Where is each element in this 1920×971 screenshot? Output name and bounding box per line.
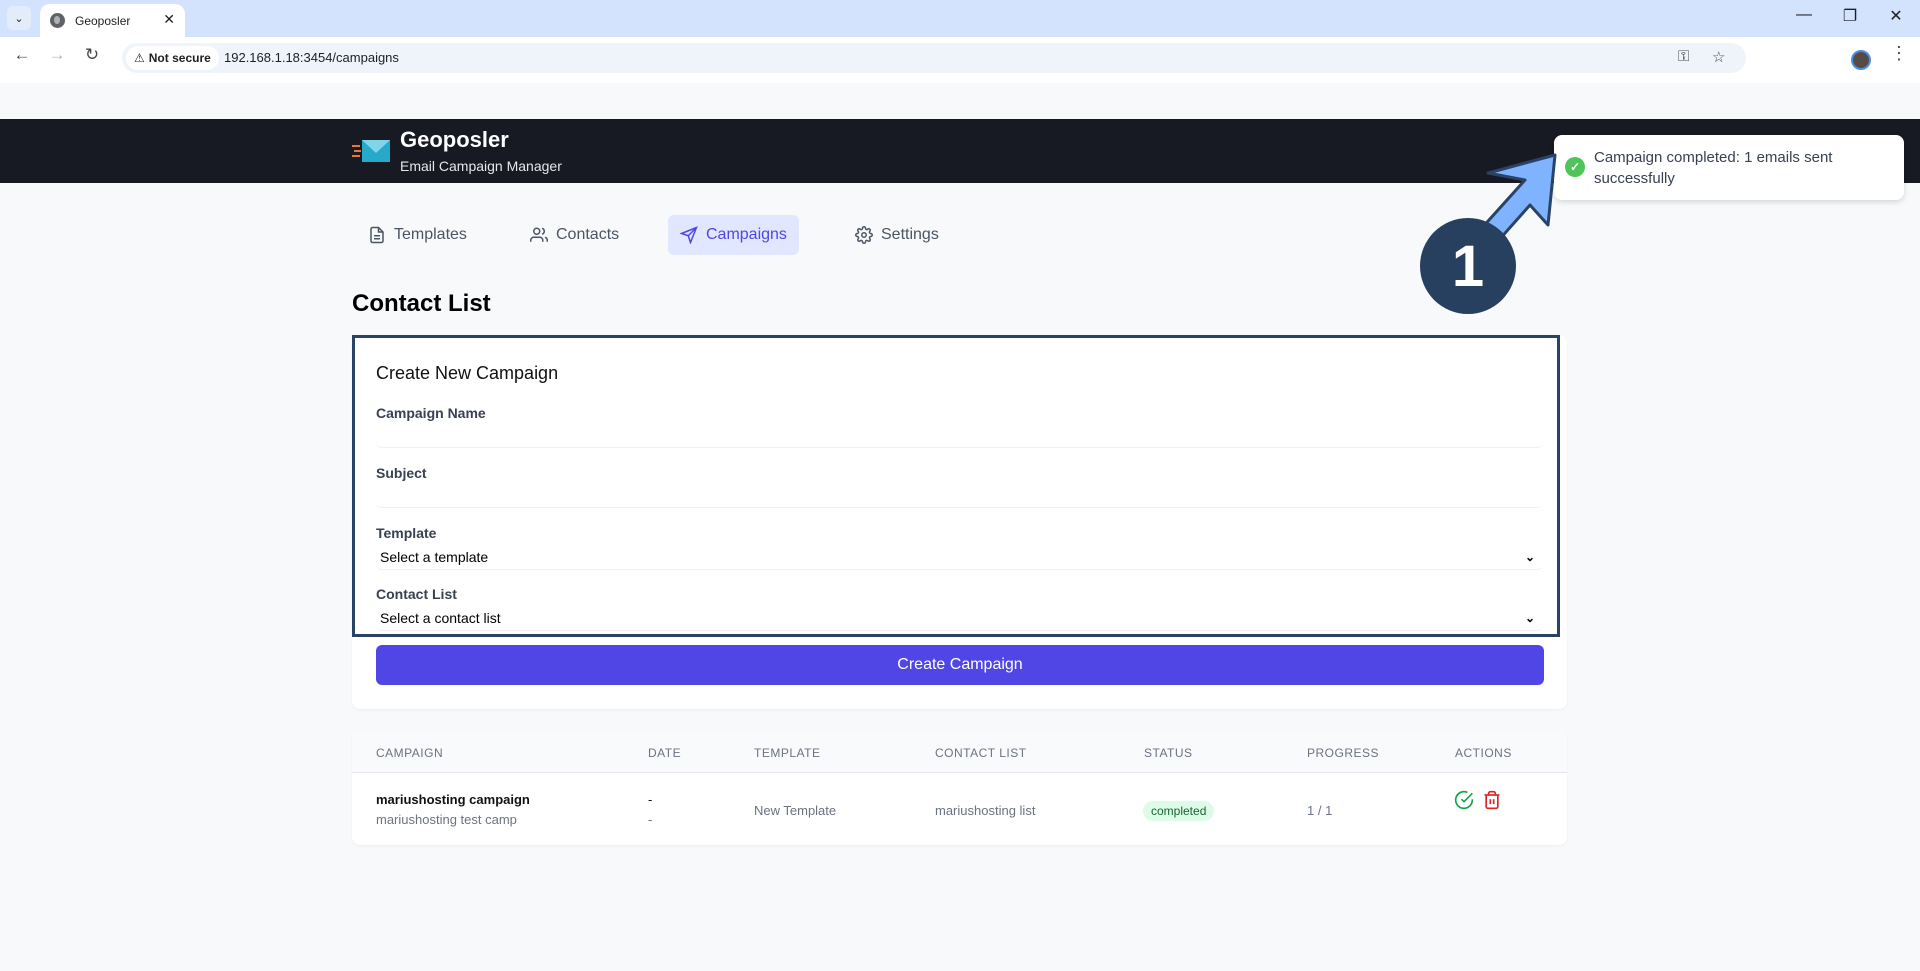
document-icon xyxy=(370,226,384,244)
browser-tab-strip: ⌄ Geoposler ✕ — ❐ ✕ xyxy=(0,0,1920,37)
chevron-down-icon: ⌄ xyxy=(1524,549,1535,564)
column-header: DATE xyxy=(648,746,682,760)
nav-campaigns[interactable]: Campaigns xyxy=(668,215,799,255)
subject-label: Subject xyxy=(376,465,427,481)
back-button[interactable]: ← xyxy=(8,45,36,65)
security-label: Not secure xyxy=(148,51,211,65)
tab-title: Geoposler xyxy=(75,13,131,28)
form-title: Create New Campaign xyxy=(376,363,559,383)
security-chip[interactable]: ⚠ Not secure xyxy=(126,46,219,70)
address-bar[interactable]: ⚠ Not secure 192.168.1.18:3454/campaigns… xyxy=(122,43,1746,73)
column-header: PROGRESS xyxy=(1307,746,1380,760)
close-window-button[interactable]: ✕ xyxy=(1876,6,1916,26)
column-header: TEMPLATE xyxy=(754,746,821,760)
campaigns-table: CAMPAIGN DATE TEMPLATE CONTACT LIST STAT… xyxy=(352,729,1567,845)
nav-templates[interactable]: Templates xyxy=(356,215,479,255)
annotation-arrow: 1 xyxy=(1420,153,1557,314)
globe-icon xyxy=(50,13,65,28)
trash-icon[interactable] xyxy=(1482,790,1502,810)
page-title: Contact List xyxy=(352,290,491,317)
table-header: CAMPAIGN DATE TEMPLATE CONTACT LIST STAT… xyxy=(352,729,1567,773)
contact-list-select[interactable]: Select a contact list ⌄ xyxy=(376,605,1543,631)
nav-contacts[interactable]: Contacts xyxy=(518,215,631,255)
contact-list-selected-value: Select a contact list xyxy=(380,609,501,626)
column-header: CONTACT LIST xyxy=(935,746,1027,760)
campaign-description: mariushosting test camp xyxy=(376,812,517,827)
browser-menu-icon[interactable]: ⋮ xyxy=(1890,43,1908,64)
toast-message: Campaign completed: 1 emails sent succes… xyxy=(1594,149,1833,187)
app-title: Geoposler xyxy=(400,127,509,152)
campaign-name-label: Campaign Name xyxy=(376,405,486,421)
send-icon xyxy=(680,226,698,244)
campaign-template: New Template xyxy=(754,803,837,818)
tab-search-button[interactable]: ⌄ xyxy=(7,6,31,30)
users-icon xyxy=(530,227,548,242)
browser-tab[interactable]: Geoposler ✕ xyxy=(40,4,185,37)
profile-avatar[interactable] xyxy=(1851,50,1871,70)
restore-button[interactable]: ❐ xyxy=(1830,6,1870,26)
chevron-down-icon: ⌄ xyxy=(1524,610,1535,625)
nav-settings[interactable]: Settings xyxy=(843,215,951,255)
star-icon[interactable]: ☆ xyxy=(1712,48,1725,66)
contact-list-label: Contact List xyxy=(376,586,457,602)
column-header: ACTIONS xyxy=(1455,746,1512,760)
campaign-name-input[interactable] xyxy=(376,422,1543,448)
close-tab-icon[interactable]: ✕ xyxy=(163,11,175,28)
campaign-date: - xyxy=(648,792,653,807)
nav-label: Campaigns xyxy=(706,226,787,243)
minimize-button[interactable]: — xyxy=(1784,6,1824,24)
warning-icon: ⚠ xyxy=(134,51,145,65)
status-badge: completed xyxy=(1143,801,1215,821)
forward-button[interactable]: → xyxy=(43,45,71,65)
step-number: 1 xyxy=(1452,234,1484,299)
campaign-name: mariushosting campaign xyxy=(376,792,530,807)
nav-label: Templates xyxy=(394,226,467,243)
subject-input[interactable] xyxy=(376,482,1543,508)
reload-button[interactable]: ↻ xyxy=(78,45,106,65)
envelope-logo-icon xyxy=(352,140,390,162)
browser-toolbar: ← → ↻ ⚠ Not secure 192.168.1.18:3454/cam… xyxy=(0,37,1920,83)
gear-icon xyxy=(855,226,873,244)
check-circle-icon[interactable] xyxy=(1454,790,1474,810)
create-campaign-button[interactable]: Create Campaign xyxy=(376,645,1544,685)
column-header: STATUS xyxy=(1144,746,1193,760)
template-selected-value: Select a template xyxy=(380,548,489,565)
column-header: CAMPAIGN xyxy=(376,746,444,760)
campaign-contact-list: mariushosting list xyxy=(935,803,1036,818)
template-label: Template xyxy=(376,525,437,541)
nav-label: Contacts xyxy=(556,226,620,243)
success-toast: ✓ Campaign completed: 1 emails sent succ… xyxy=(1554,135,1904,200)
template-select[interactable]: Select a template ⌄ xyxy=(376,544,1543,570)
campaign-date-secondary: - xyxy=(648,812,653,827)
app-subtitle: Email Campaign Manager xyxy=(400,158,562,174)
nav-label: Settings xyxy=(881,226,939,243)
key-icon[interactable]: ⚿ xyxy=(1678,48,1689,65)
url-text[interactable]: 192.168.1.18:3454/campaigns xyxy=(224,50,399,65)
campaign-progress: 1 / 1 xyxy=(1307,803,1333,818)
chevron-down-icon: ⌄ xyxy=(14,12,24,25)
